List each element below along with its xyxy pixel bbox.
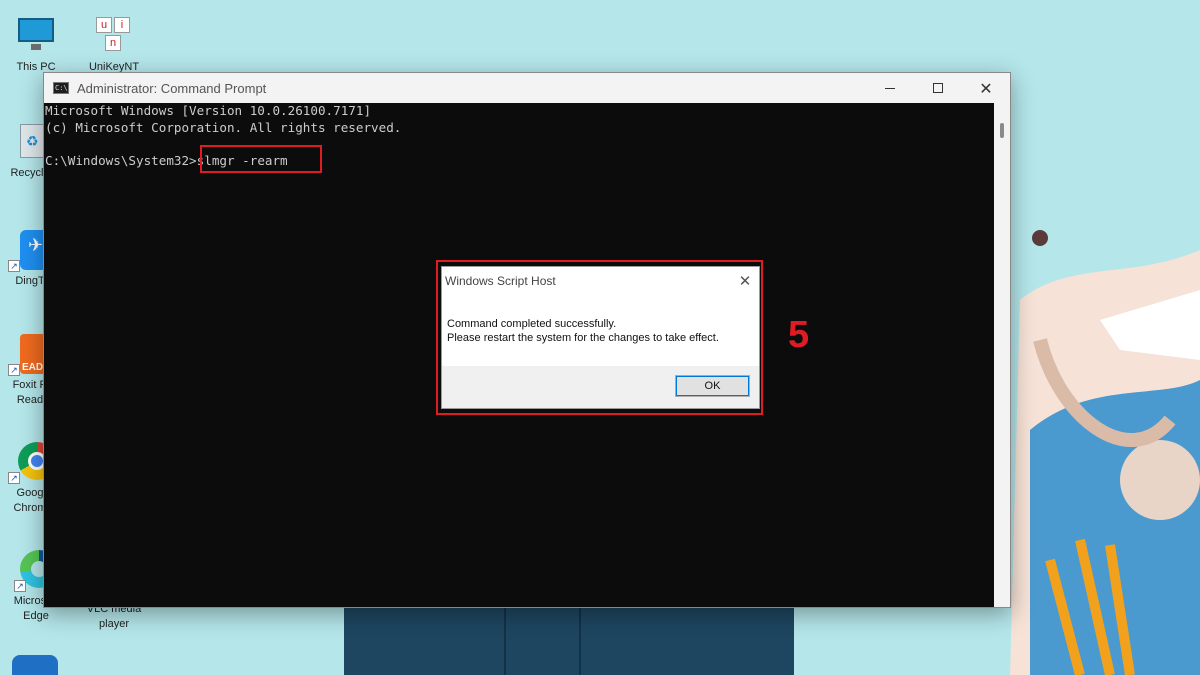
shortcut-arrow-icon: ↗ xyxy=(8,364,20,376)
scrollbar-thumb[interactable] xyxy=(1000,123,1004,138)
close-icon: ✕ xyxy=(979,78,993,98)
shortcut-arrow-icon: ↗ xyxy=(8,260,20,272)
desktop-icon-partial[interactable] xyxy=(12,655,58,675)
close-button[interactable]: ✕ xyxy=(962,73,1010,103)
desktop-icon-label: Goog Chrom xyxy=(13,487,47,514)
dialog-message-line: Please restart the system for the change… xyxy=(447,331,719,344)
shortcut-arrow-icon: ↗ xyxy=(14,580,26,592)
close-icon: ✕ xyxy=(738,273,752,290)
desktop-icon-this-pc[interactable]: This PC xyxy=(6,14,66,75)
monitor-icon xyxy=(14,14,58,58)
dialog-title: Windows Script Host xyxy=(445,274,556,288)
command-highlight-box xyxy=(200,144,322,173)
dialog-message-line: Command completed successfully. xyxy=(447,318,617,330)
script-host-dialog[interactable]: Windows Script Host ✕ Command completed … xyxy=(441,266,760,409)
step-number-annotation: 5 xyxy=(788,314,810,356)
desktop-icon-unikey[interactable]: u i n UniKeyNT xyxy=(84,14,144,75)
minimize-button[interactable] xyxy=(866,73,914,103)
dialog-titlebar[interactable]: Windows Script Host ✕ xyxy=(442,267,759,295)
console-prompt-row[interactable]: C:\Windows\System32> slmgr -rearm xyxy=(45,144,994,173)
maximize-icon xyxy=(933,83,943,93)
console-line: (c) Microsoft Corporation. All rights re… xyxy=(45,119,402,135)
console-line: Microsoft Windows [Version 10.0.26100.71… xyxy=(45,103,372,118)
wallpaper-bottom-art xyxy=(344,606,794,675)
dialog-message: Command completed successfully. Please r… xyxy=(442,295,759,367)
desktop-icon-label: DingT xyxy=(15,275,45,287)
unikey-icon: u i n xyxy=(92,14,136,58)
window-titlebar[interactable]: C:\ Administrator: Command Prompt ✕ xyxy=(44,73,1010,103)
dialog-close-button[interactable]: ✕ xyxy=(731,269,759,293)
maximize-button[interactable] xyxy=(914,73,962,103)
console-prompt: C:\Windows\System32> xyxy=(45,152,197,168)
wallpaper-right-art xyxy=(1010,0,1200,675)
dialog-footer: OK xyxy=(442,366,759,408)
ok-button[interactable]: OK xyxy=(675,375,750,397)
cmd-app-icon: C:\ xyxy=(53,82,69,94)
minimize-icon xyxy=(885,87,895,89)
window-title: Administrator: Command Prompt xyxy=(77,80,267,96)
vertical-scrollbar[interactable] xyxy=(994,103,1010,607)
shortcut-arrow-icon: ↗ xyxy=(8,472,20,484)
